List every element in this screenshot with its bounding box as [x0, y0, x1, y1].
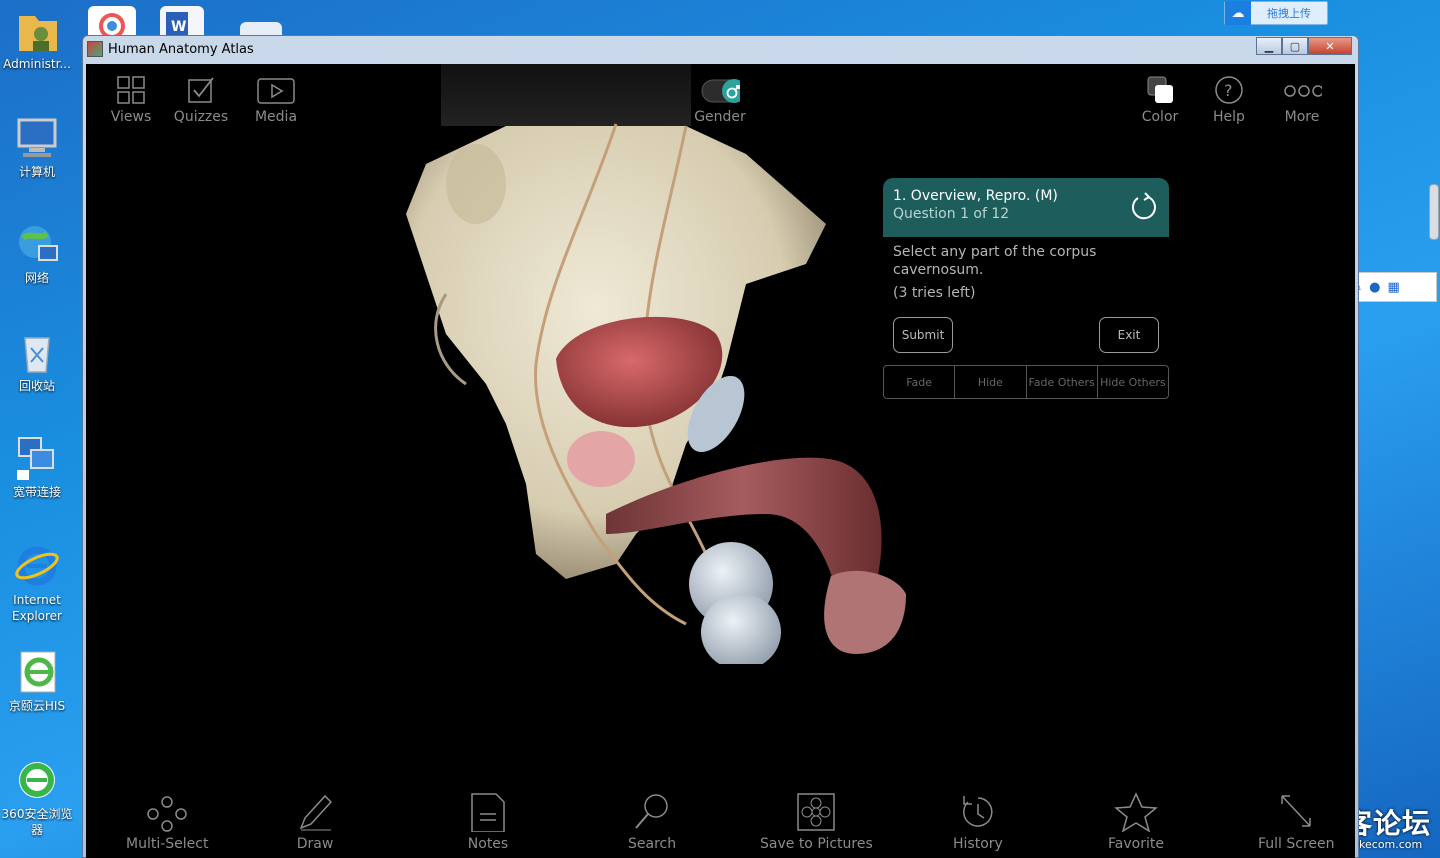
note-icon [464, 792, 512, 832]
app-window: Human Anatomy Atlas ▁ ▢ ✕ Views Quizzes … [82, 35, 1359, 858]
multi-select-label: Multi-Select [126, 836, 209, 852]
favorite-label: Favorite [1108, 836, 1164, 852]
svg-text:?: ? [1224, 81, 1233, 100]
desktop-icon-label: 宽带连接 [12, 485, 61, 499]
favorite-button[interactable]: Favorite [1108, 792, 1164, 852]
desktop-icon-jingyi-his[interactable]: 京颐云HIS [0, 650, 74, 714]
desktop-icon-network[interactable]: 网络 [0, 222, 74, 286]
save-to-pictures-button[interactable]: Save to Pictures [760, 792, 873, 852]
quiz-title: 1. Overview, Repro. (M) [893, 188, 1058, 204]
desktop-icon-360-browser[interactable]: 360安全浏览器 [0, 758, 74, 838]
ime-grid-icon[interactable]: ▦ [1387, 280, 1399, 295]
desktop-icon-broadband[interactable]: 宽带连接 [0, 436, 74, 500]
window-controls: ▁ ▢ ✕ [1256, 37, 1352, 55]
media-label: Media [254, 109, 298, 125]
quiz-header: 1. Overview, Repro. (M) Question 1 of 12 [883, 178, 1169, 237]
search-icon [628, 792, 676, 832]
help-label: Help [1213, 109, 1245, 125]
ime-mic-icon[interactable]: ● [1369, 280, 1380, 295]
flower-picture-icon [792, 792, 840, 832]
color-button[interactable]: Color [1125, 74, 1195, 125]
more-label: More [1284, 109, 1320, 125]
media-button[interactable]: Media [241, 74, 311, 125]
more-dots-icon [1282, 74, 1322, 106]
desktop-icon-label: Administr... [3, 57, 71, 71]
help-button[interactable]: ? Help [1194, 74, 1264, 125]
multi-select-button[interactable]: Multi-Select [126, 792, 208, 852]
quiz-actions: Submit Exit [893, 317, 1159, 353]
hide-button[interactable]: Hide [955, 366, 1027, 398]
exit-button[interactable]: Exit [1099, 317, 1159, 353]
multi-select-icon [143, 792, 191, 832]
draw-label: Draw [296, 836, 334, 852]
desktop-icon-label: Internet Explorer [12, 593, 62, 623]
star-icon [1112, 792, 1160, 832]
play-icon [256, 74, 296, 106]
restart-icon[interactable] [1129, 192, 1159, 222]
quiz-progress: Question 1 of 12 [893, 206, 1010, 222]
color-label: Color [1141, 109, 1179, 125]
fade-others-button[interactable]: Fade Others [1027, 366, 1098, 398]
svg-text:W: W [171, 19, 186, 35]
cloud-upload-button[interactable]: ☁ 拖拽上传 [1224, 1, 1328, 25]
desktop-icon-computer[interactable]: 计算机 [0, 116, 74, 180]
desktop-icon-label: 网络 [24, 271, 49, 285]
submit-button[interactable]: Submit [893, 317, 953, 353]
history-button[interactable]: History [953, 792, 1003, 852]
checkbox-icon [181, 74, 221, 106]
minimize-button[interactable]: ▁ [1256, 37, 1282, 55]
history-icon [954, 792, 1002, 832]
close-button[interactable]: ✕ [1308, 37, 1352, 55]
quiz-question: Select any part of the corpus cavernosum… [893, 244, 1097, 278]
history-label: History [953, 836, 1003, 852]
search-label: Search [628, 836, 677, 852]
quiz-panel: 1. Overview, Repro. (M) Question 1 of 12… [883, 178, 1169, 405]
window-title: Human Anatomy Atlas [108, 41, 254, 57]
gender-toggle[interactable]: Gender [685, 74, 755, 125]
help-icon: ? [1209, 74, 1249, 106]
search-button[interactable]: Search [628, 792, 676, 852]
notes-label: Notes [467, 836, 509, 852]
full-screen-button[interactable]: Full Screen [1258, 792, 1335, 852]
more-button[interactable]: More [1267, 74, 1337, 125]
gender-male-icon [700, 74, 740, 106]
full-screen-label: Full Screen [1258, 836, 1335, 852]
side-scroll-handle[interactable] [1429, 184, 1439, 240]
cloud-icon: ☁ [1225, 1, 1251, 25]
desktop-icon-recycle-bin[interactable]: 回收站 [0, 330, 74, 394]
expand-icon [1272, 792, 1320, 832]
app-canvas[interactable]: Views Quizzes Media Gender Color ? Help … [86, 64, 1355, 858]
desktop-icon-label: 京颐云HIS [8, 699, 66, 713]
quizzes-label: Quizzes [173, 109, 229, 125]
quiz-tool-bar: Fade Hide Fade Others Hide Others [883, 365, 1169, 399]
hide-others-button[interactable]: Hide Others [1098, 366, 1168, 398]
desktop-icon-label: 计算机 [18, 165, 55, 179]
draw-button[interactable]: Draw [291, 792, 339, 852]
desktop-icon-label: 回收站 [18, 379, 55, 393]
views-button[interactable]: Views [96, 74, 166, 125]
quiz-body: Select any part of the corpus cavernosum… [883, 237, 1169, 405]
quizzes-button[interactable]: Quizzes [166, 74, 236, 125]
window-titlebar[interactable]: Human Anatomy Atlas [83, 36, 1358, 62]
maximize-button[interactable]: ▢ [1282, 37, 1308, 55]
views-label: Views [110, 109, 152, 125]
save-to-pictures-label: Save to Pictures [760, 836, 873, 852]
cloud-upload-label: 拖拽上传 [1267, 7, 1311, 20]
pencil-icon [291, 792, 339, 832]
desktop-icon-label: 360安全浏览器 [1, 807, 73, 837]
color-swatch-icon [1140, 74, 1180, 106]
gender-label: Gender [694, 109, 746, 125]
desktop-icon-internet-explorer[interactable]: Internet Explorer [0, 544, 74, 624]
fade-button[interactable]: Fade [884, 366, 956, 398]
quiz-tries: (3 tries left) [893, 285, 976, 301]
grid-icon [111, 74, 151, 106]
anatomy-model[interactable] [386, 64, 906, 664]
app-logo-icon [87, 41, 103, 57]
desktop-icon-administrator[interactable]: Administr... [0, 8, 74, 72]
notes-button[interactable]: Notes [464, 792, 512, 852]
